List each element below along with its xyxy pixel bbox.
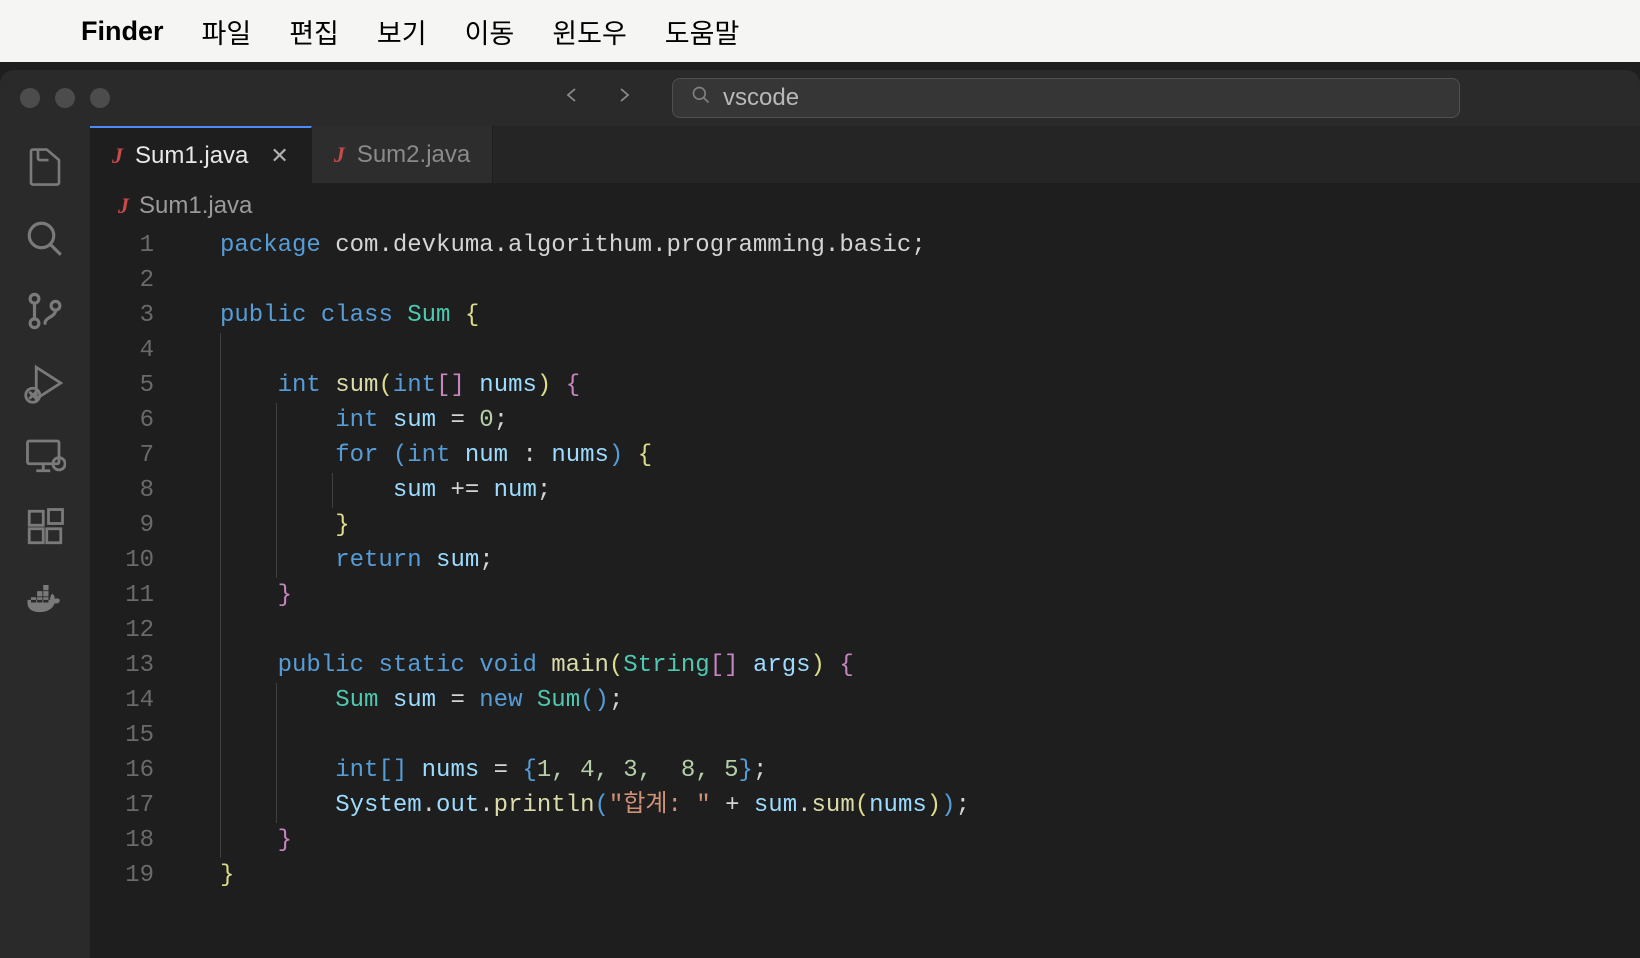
code-line: } <box>220 823 1640 858</box>
tab-sum1[interactable]: J Sum1.java ✕ <box>90 126 312 183</box>
maximize-button[interactable] <box>90 88 110 108</box>
close-icon[interactable]: ✕ <box>270 143 288 169</box>
search-icon <box>691 85 711 111</box>
line-number: 2 <box>90 263 154 298</box>
line-number: 1 <box>90 228 154 263</box>
line-number: 9 <box>90 508 154 543</box>
remote-explorer-icon[interactable] <box>24 434 66 476</box>
breadcrumb-filename: Sum1.java <box>139 192 252 220</box>
editor-tabs: J Sum1.java ✕ J Sum2.java <box>90 126 1640 184</box>
main-layout: J Sum1.java ✕ J Sum2.java J Sum1.java 1 <box>0 126 1640 958</box>
editor-area: J Sum1.java ✕ J Sum2.java J Sum1.java 1 <box>90 126 1640 958</box>
line-number: 18 <box>90 823 154 858</box>
docker-icon[interactable] <box>24 578 66 620</box>
code-line: int[] nums = {1, 4, 3, 8, 5}; <box>220 753 1640 788</box>
code-editor[interactable]: 1 2 3 4 5 6 7 8 9 10 11 12 13 14 15 16 1 <box>90 228 1640 958</box>
code-line <box>220 333 1640 368</box>
explorer-icon[interactable] <box>24 146 66 188</box>
line-number: 11 <box>90 578 154 613</box>
line-number: 15 <box>90 718 154 753</box>
line-numbers: 1 2 3 4 5 6 7 8 9 10 11 12 13 14 15 16 1 <box>90 228 178 958</box>
line-number: 10 <box>90 543 154 578</box>
code-line: } <box>220 578 1640 613</box>
search-text: vscode <box>723 84 799 112</box>
source-control-icon[interactable] <box>24 290 66 332</box>
code-line: public class Sum { <box>220 298 1640 333</box>
minimize-button[interactable] <box>55 88 75 108</box>
code-line <box>220 263 1640 298</box>
code-line <box>220 613 1640 648</box>
traffic-lights <box>20 88 110 108</box>
menu-edit[interactable]: 편집 <box>289 12 339 51</box>
menu-window[interactable]: 윈도우 <box>552 12 627 51</box>
code-line: System.out.println("합계: " + sum.sum(nums… <box>220 788 1640 823</box>
nav-back-icon[interactable] <box>560 83 584 114</box>
java-file-icon: J <box>112 143 123 169</box>
line-number: 8 <box>90 473 154 508</box>
code-line: for (int num : nums) { <box>220 438 1640 473</box>
titlebar: vscode <box>0 70 1640 126</box>
code-line: sum += num; <box>220 473 1640 508</box>
menu-view[interactable]: 보기 <box>377 12 427 51</box>
line-number: 14 <box>90 683 154 718</box>
menu-help[interactable]: 도움말 <box>665 12 740 51</box>
search-activity-icon[interactable] <box>24 218 66 260</box>
nav-forward-icon[interactable] <box>612 83 636 114</box>
code-content[interactable]: package com.devkuma.algorithum.programmi… <box>178 228 1640 958</box>
close-button[interactable] <box>20 88 40 108</box>
java-file-icon: J <box>118 193 129 219</box>
macos-menubar: Finder 파일 편집 보기 이동 윈도우 도움말 <box>0 0 1640 62</box>
menubar-app-name[interactable]: Finder <box>81 16 164 47</box>
line-number: 4 <box>90 333 154 368</box>
line-number: 17 <box>90 788 154 823</box>
line-number: 19 <box>90 858 154 893</box>
code-line: } <box>220 858 1640 893</box>
code-line: package com.devkuma.algorithum.programmi… <box>220 228 1640 263</box>
line-number: 13 <box>90 648 154 683</box>
line-number: 12 <box>90 613 154 648</box>
line-number: 5 <box>90 368 154 403</box>
tab-sum2[interactable]: J Sum2.java <box>312 126 493 183</box>
code-line <box>220 718 1640 753</box>
line-number: 7 <box>90 438 154 473</box>
menu-go[interactable]: 이동 <box>465 12 515 51</box>
menu-file[interactable]: 파일 <box>202 12 252 51</box>
code-line: int sum = 0; <box>220 403 1640 438</box>
line-number: 6 <box>90 403 154 438</box>
extensions-icon[interactable] <box>24 506 66 548</box>
code-line: public static void main(String[] args) { <box>220 648 1640 683</box>
line-number: 16 <box>90 753 154 788</box>
line-number: 3 <box>90 298 154 333</box>
breadcrumb[interactable]: J Sum1.java <box>90 184 1640 228</box>
tab-label: Sum2.java <box>357 141 470 169</box>
activity-bar <box>0 126 90 958</box>
command-center-search[interactable]: vscode <box>672 78 1460 118</box>
tab-label: Sum1.java <box>135 142 248 170</box>
run-debug-icon[interactable] <box>24 362 66 404</box>
code-line: int sum(int[] nums) { <box>220 368 1640 403</box>
code-line: return sum; <box>220 543 1640 578</box>
nav-arrows <box>560 83 636 114</box>
vscode-window: vscode <box>0 70 1640 958</box>
code-line: Sum sum = new Sum(); <box>220 683 1640 718</box>
java-file-icon: J <box>334 142 345 168</box>
code-line: } <box>220 508 1640 543</box>
